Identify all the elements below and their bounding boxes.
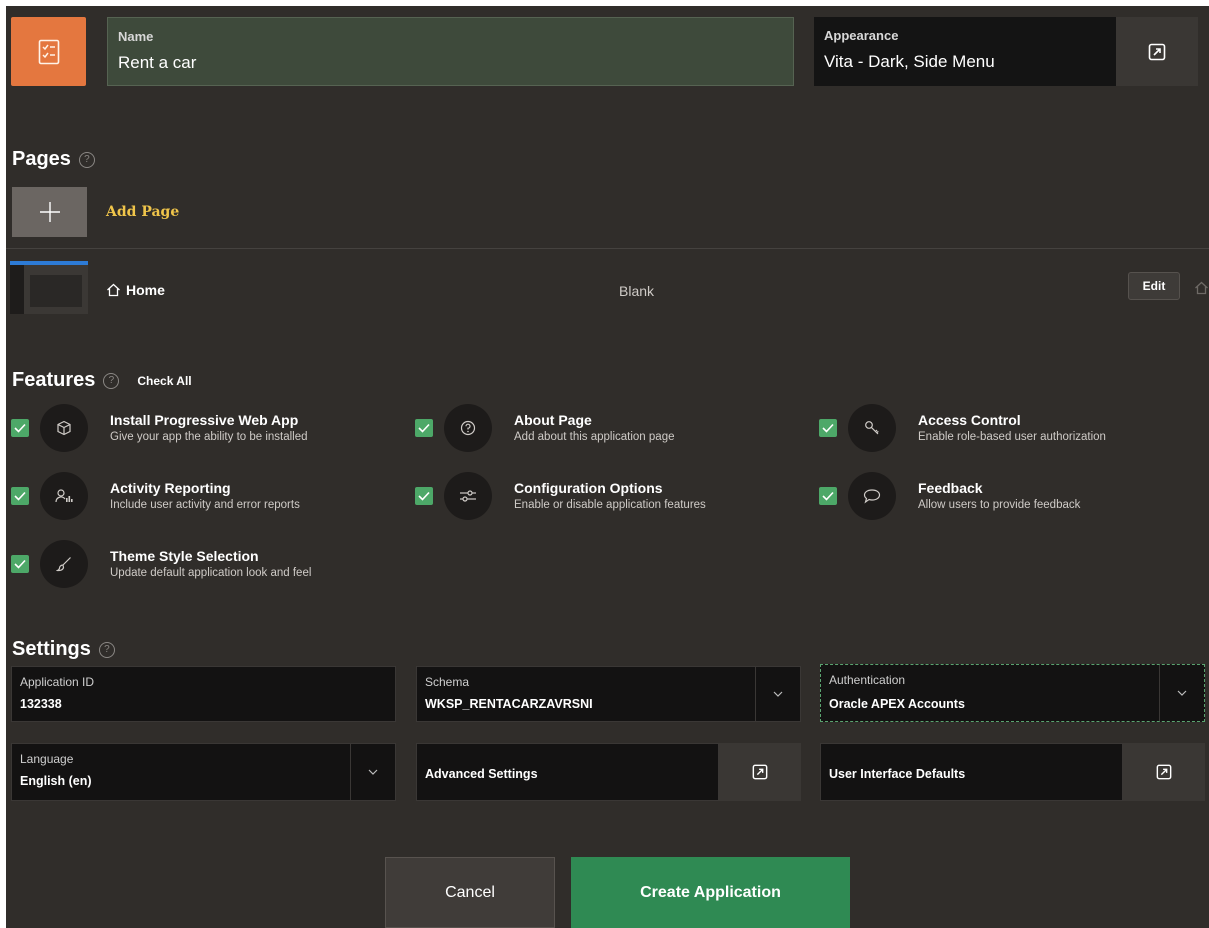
language-select[interactable]: Language English (en) — [11, 743, 396, 801]
schema-value: WKSP_RENTACARZAVRSNI — [425, 697, 593, 711]
feature-title: Access Control — [918, 412, 1021, 428]
advanced-settings-button[interactable] — [719, 743, 801, 801]
check-all-link[interactable]: Check All — [137, 374, 191, 388]
feature-checkbox[interactable] — [819, 487, 837, 505]
advanced-settings-field[interactable]: Advanced Settings — [416, 743, 719, 801]
create-application-wizard: Name Rent a car Appearance Vita - Dark, … — [6, 6, 1209, 928]
add-page-link[interactable]: Add Page — [106, 204, 179, 220]
brush-icon — [40, 540, 88, 588]
help-icon[interactable]: ? — [103, 372, 120, 389]
app-icon[interactable] — [11, 17, 86, 86]
help-icon[interactable]: ? — [78, 151, 95, 168]
schema-select[interactable]: Schema WKSP_RENTACARZAVRSNI — [416, 666, 801, 722]
feature-description: Enable role-based user authorization — [918, 431, 1106, 443]
application-id-label: Application ID — [20, 675, 95, 689]
ui-defaults-field[interactable]: User Interface Defaults — [820, 743, 1123, 801]
feature-checkbox[interactable] — [819, 419, 837, 437]
add-page-button[interactable] — [12, 187, 87, 237]
speech-bubble-icon — [848, 472, 896, 520]
feature-description: Give your app the ability to be installe… — [110, 431, 308, 443]
open-dialog-icon — [1156, 764, 1172, 780]
package-icon — [40, 404, 88, 452]
schema-label: Schema — [425, 675, 470, 689]
feature-title: Install Progressive Web App — [110, 412, 299, 428]
cancel-button[interactable]: Cancel — [385, 857, 555, 928]
check-icon — [822, 491, 834, 501]
divider — [6, 248, 1209, 249]
features-heading: Features ? Check All — [12, 369, 192, 392]
feature-checkbox[interactable] — [11, 555, 29, 573]
key-icon — [848, 404, 896, 452]
application-id-value[interactable]: 132338 — [20, 697, 62, 711]
ui-defaults-button[interactable] — [1123, 743, 1205, 801]
language-value: English (en) — [20, 774, 92, 788]
check-icon — [418, 491, 430, 501]
feature-checkbox[interactable] — [415, 487, 433, 505]
feature-description: Allow users to provide feedback — [918, 499, 1081, 511]
pages-heading: Pages ? — [12, 148, 95, 171]
authentication-value: Oracle APEX Accounts — [829, 697, 965, 711]
check-icon — [418, 423, 430, 433]
feature-checkbox[interactable] — [11, 487, 29, 505]
advanced-settings-label: Advanced Settings — [425, 767, 538, 781]
edit-page-button[interactable]: Edit — [1128, 272, 1180, 300]
page-thumbnail — [10, 261, 88, 314]
feature-title: About Page — [514, 412, 592, 428]
feature-description: Enable or disable application features — [514, 499, 706, 511]
user-chart-icon — [40, 472, 88, 520]
pages-title: Pages — [12, 148, 71, 170]
page-type: Blank — [619, 283, 655, 299]
check-icon — [14, 559, 26, 569]
check-icon — [822, 423, 834, 433]
feature-title: Configuration Options — [514, 480, 663, 496]
name-field[interactable]: Name Rent a car — [107, 17, 794, 86]
create-application-button[interactable]: Create Application — [571, 857, 850, 928]
page-row-home[interactable]: Home — [106, 282, 165, 298]
check-icon — [14, 491, 26, 501]
feature-description: Add about this application page — [514, 431, 675, 443]
question-icon — [444, 404, 492, 452]
appearance-label: Appearance — [824, 28, 899, 43]
checklist-icon — [38, 39, 59, 64]
chevron-down-icon[interactable] — [755, 667, 800, 721]
open-dialog-icon — [752, 764, 768, 780]
appearance-field[interactable]: Appearance Vita - Dark, Side Menu — [814, 17, 1116, 86]
feature-title: Activity Reporting — [110, 480, 231, 496]
authentication-select[interactable]: Authentication Oracle APEX Accounts — [820, 664, 1205, 722]
feature-title: Theme Style Selection — [110, 548, 259, 564]
name-label: Name — [118, 29, 154, 44]
feature-description: Update default application look and feel — [110, 567, 312, 579]
page-name: Home — [126, 282, 165, 298]
chevron-down-icon[interactable] — [350, 744, 395, 800]
feature-checkbox[interactable] — [11, 419, 29, 437]
name-value[interactable]: Rent a car — [118, 53, 196, 73]
feature-description: Include user activity and error reports — [110, 499, 300, 511]
home-page-icon[interactable] — [1194, 281, 1209, 295]
home-icon — [107, 283, 120, 297]
sliders-icon — [444, 472, 492, 520]
settings-heading: Settings ? — [12, 638, 115, 661]
open-dialog-icon — [1148, 43, 1166, 60]
check-icon — [14, 423, 26, 433]
help-icon[interactable]: ? — [98, 641, 115, 658]
language-label: Language — [20, 752, 74, 766]
authentication-label: Authentication — [829, 673, 906, 687]
appearance-value: Vita - Dark, Side Menu — [824, 52, 995, 71]
appearance-open-button[interactable] — [1116, 17, 1198, 86]
settings-title: Settings — [12, 638, 91, 660]
ui-defaults-label: User Interface Defaults — [829, 767, 966, 781]
plus-icon — [39, 202, 60, 222]
features-title: Features — [12, 369, 96, 391]
chevron-down-icon[interactable] — [1159, 665, 1204, 721]
application-id-field[interactable]: Application ID 132338 — [11, 666, 396, 722]
feature-checkbox[interactable] — [415, 419, 433, 437]
feature-title: Feedback — [918, 480, 983, 496]
